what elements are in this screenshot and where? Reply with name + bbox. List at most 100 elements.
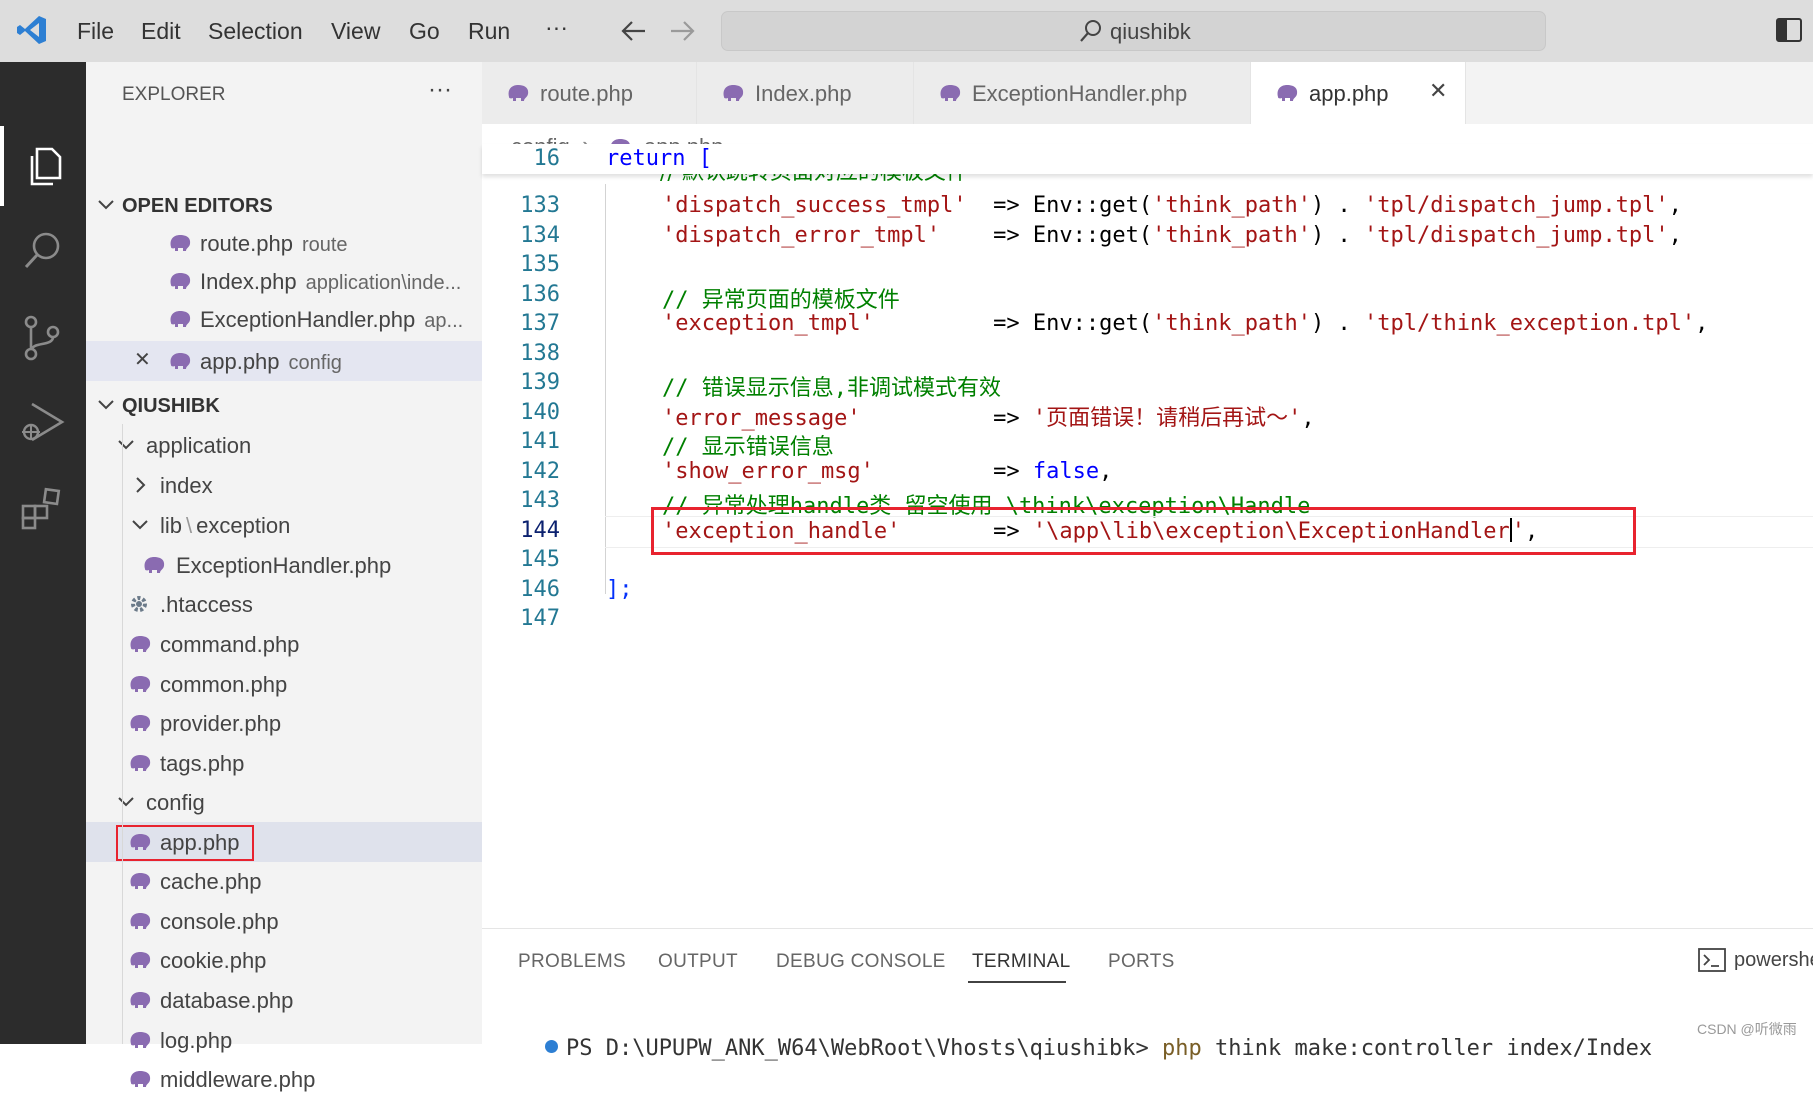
php-file-icon [723, 85, 744, 101]
terminal-command: think make:controller index/Index [1201, 1036, 1653, 1061]
code-editor[interactable]: 132 // 默认跳转页面对应的模板文件 16 return [ 133 'di… [482, 144, 1813, 928]
file-database-label: database.php [160, 988, 294, 1013]
close-tab-icon[interactable]: ✕ [1429, 78, 1447, 104]
open-editors-header[interactable]: OPEN EDITORS [86, 186, 482, 224]
file-cookie[interactable]: cookie.php [86, 941, 482, 979]
code-line: ]; [606, 577, 633, 602]
file-htaccess[interactable]: .htaccess [86, 585, 482, 623]
close-editor-icon[interactable]: ✕ [134, 347, 151, 372]
tab-app[interactable]: app.php ✕ [1251, 62, 1466, 124]
folder-application-label: application [146, 433, 252, 458]
toggle-sidebar-icon[interactable] [1775, 16, 1803, 44]
folder-index[interactable]: index [86, 466, 482, 504]
line-number: 140 [520, 400, 560, 425]
file-provider-label: provider.php [160, 711, 282, 736]
highlight-box [651, 507, 1636, 555]
file-middleware[interactable]: middleware.php [86, 1060, 482, 1098]
watermark: CSDN @听微雨 [1697, 1021, 1797, 1037]
file-app[interactable]: app.php [86, 822, 482, 862]
open-editor-exceptionhandler[interactable]: ExceptionHandler.php ap... [86, 300, 482, 338]
search-activity[interactable] [0, 212, 86, 292]
terminal-output[interactable]: PS D:\UPUPW_ANK_W64\WebRoot\Vhosts\qiush… [492, 1011, 1652, 1086]
file-tags[interactable]: tags.php [86, 744, 482, 782]
terminal-command-php: php [1162, 1036, 1202, 1061]
source-control-activity[interactable] [0, 298, 86, 378]
project-header[interactable]: QIUSHIBK [86, 386, 482, 424]
menu-go[interactable]: Go [409, 18, 440, 45]
explorer-activity[interactable] [0, 126, 86, 206]
menu-run[interactable]: Run [468, 18, 510, 45]
php-file-icon [170, 273, 191, 289]
chevron-down-icon [118, 440, 134, 450]
code-line: 'dispatch_success_tmpl' => Env::get('thi… [662, 193, 1682, 218]
tab-route[interactable]: route.php [482, 62, 697, 124]
line-number: 139 [520, 370, 560, 395]
run-debug-activity[interactable] [0, 384, 86, 464]
back-arrow-icon[interactable] [620, 18, 648, 44]
file-cache[interactable]: cache.php [86, 862, 482, 900]
panel-tab-terminal[interactable]: TERMINAL [972, 951, 1070, 973]
file-middleware-label: middleware.php [160, 1067, 316, 1092]
folder-application[interactable]: application [86, 426, 482, 464]
open-editor-app[interactable]: ✕ app.php config [86, 341, 482, 381]
terminal-prompt: PS D:\UPUPW_ANK_W64\WebRoot\Vhosts\qiush… [565, 1036, 1163, 1061]
php-file-icon [170, 353, 191, 369]
forward-arrow-icon[interactable] [668, 18, 696, 44]
file-cache-label: cache.php [160, 869, 262, 894]
panel-tab-problems[interactable]: PROBLEMS [518, 951, 626, 973]
file-console[interactable]: console.php [86, 902, 482, 940]
file-log-label: log.php [160, 1028, 233, 1053]
vscode-logo-icon [17, 16, 46, 44]
open-editor-app-label: app.php [200, 349, 280, 374]
open-editors-label: OPEN EDITORS [122, 195, 273, 217]
path-separator: \ [186, 513, 193, 538]
extensions-activity[interactable] [0, 470, 86, 550]
menu-edit[interactable]: Edit [141, 18, 181, 45]
source-control-icon [24, 315, 60, 361]
explorer-more-icon[interactable]: ··· [428, 76, 452, 104]
folder-lib-exception[interactable]: lib \ exception [86, 506, 482, 544]
tab-index[interactable]: Index.php [697, 62, 914, 124]
line-number: 137 [520, 311, 560, 336]
php-file-icon [130, 952, 151, 968]
terminal-shell-name[interactable]: powershell [1734, 949, 1813, 979]
activity-bar [0, 62, 86, 1044]
terminal-status-dot [544, 1040, 558, 1053]
menu-view[interactable]: View [331, 18, 380, 45]
file-database[interactable]: database.php [86, 981, 482, 1019]
folder-index-label: index [160, 473, 213, 498]
open-editor-route[interactable]: route.php route [86, 224, 482, 262]
open-editor-index[interactable]: Index.php application\inde... [86, 262, 482, 300]
open-editor-exceptionhandler-hint: ap... [424, 310, 464, 332]
command-center-search[interactable]: qiushibk [721, 11, 1546, 51]
file-command[interactable]: command.php [86, 625, 482, 663]
panel-tab-debug-console[interactable]: DEBUG CONSOLE [776, 951, 946, 973]
panel-tab-ports[interactable]: PORTS [1108, 951, 1175, 973]
sticky-scroll[interactable]: 16 return [ [482, 144, 1813, 174]
menu-file[interactable]: File [77, 18, 114, 45]
open-editor-index-label: Index.php [200, 269, 297, 294]
terminal-icon [1698, 948, 1726, 972]
folder-config[interactable]: config [86, 783, 482, 821]
open-editor-app-hint: config [288, 352, 342, 374]
open-editor-exceptionhandler-label: ExceptionHandler.php [200, 307, 416, 332]
php-file-icon [130, 1071, 151, 1087]
code-comment: // 显示错误信息 [662, 435, 834, 460]
panel-tab-output[interactable]: OUTPUT [658, 951, 738, 973]
tab-exceptionhandler[interactable]: ExceptionHandler.php [914, 62, 1251, 124]
php-file-icon [144, 557, 165, 573]
line-number: 135 [520, 252, 560, 277]
php-file-icon [940, 85, 961, 101]
file-console-label: console.php [160, 909, 279, 934]
file-common[interactable]: common.php [86, 665, 482, 703]
line-number: 134 [520, 223, 560, 248]
project-label: QIUSHIBK [122, 395, 220, 417]
folder-lib-label: lib [160, 513, 183, 538]
file-provider[interactable]: provider.php [86, 704, 482, 742]
menu-more-icon[interactable]: ··· [545, 14, 568, 41]
menu-selection[interactable]: Selection [208, 18, 303, 45]
file-log[interactable]: log.php [86, 1021, 482, 1059]
code-line: 'dispatch_error_tmpl' => Env::get('think… [662, 223, 1682, 248]
file-command-label: command.php [160, 632, 300, 657]
file-exceptionhandler[interactable]: ExceptionHandler.php [86, 546, 482, 584]
